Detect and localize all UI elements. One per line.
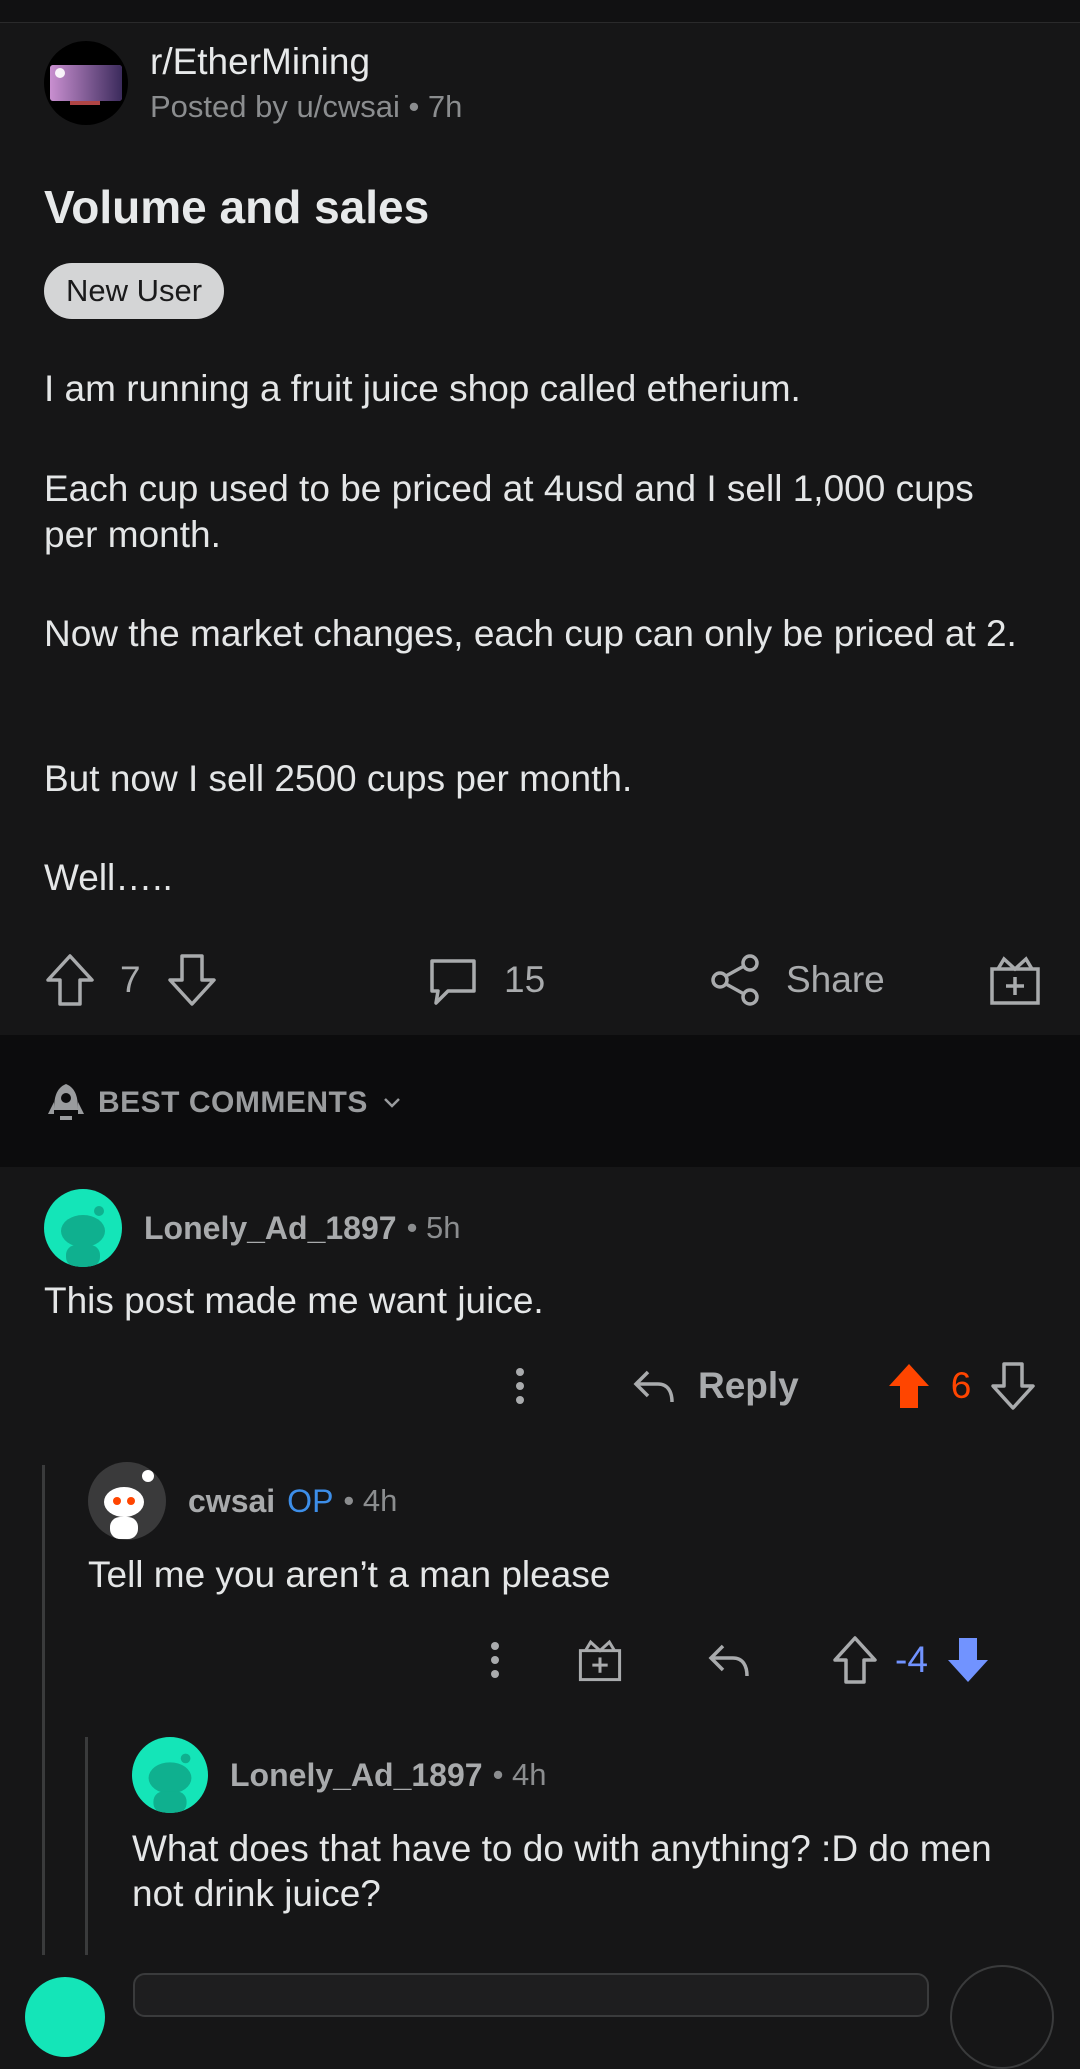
comment-text: What does that have to do with anything?… — [132, 1828, 992, 1914]
post-body-paragraph: Now the market changes, each cup can onl… — [44, 613, 1017, 654]
subreddit-name[interactable]: r/EtherMining — [150, 41, 462, 83]
post-body-paragraph: I am running a fruit juice shop called e… — [44, 368, 801, 409]
sort-selector[interactable]: BEST COMMENTS — [44, 1080, 402, 1126]
comment-header: Lonely_Ad_1897 • 5h — [44, 1189, 461, 1267]
reply-icon — [708, 1644, 749, 1677]
more-options-button[interactable] — [500, 1366, 540, 1406]
floating-action-button[interactable] — [950, 1965, 1054, 2069]
upvote-button[interactable] — [833, 1636, 877, 1684]
upvote-button[interactable] — [44, 940, 96, 1020]
comment-text: This post made me want juice. — [44, 1280, 544, 1321]
gift-icon — [578, 1639, 622, 1682]
downvote-icon — [168, 954, 216, 1006]
comment-vote-count: 6 — [950, 1365, 972, 1406]
gift-icon — [990, 956, 1040, 1005]
comments-button[interactable]: 15 — [426, 940, 545, 1020]
sort-label: BEST COMMENTS — [98, 1086, 368, 1119]
post-body-paragraph: Each cup used to be priced at 4usd and I… — [44, 468, 974, 555]
comment-time: • 4h — [343, 1483, 398, 1518]
avatar[interactable] — [25, 1977, 105, 2057]
comment-header: cwsai OP • 4h — [88, 1462, 397, 1540]
reply-button[interactable] — [705, 1640, 751, 1680]
comment-action-bar: Reply 6 — [500, 1346, 1036, 1426]
share-label: Share — [786, 959, 885, 1000]
reply-label: Reply — [698, 1365, 799, 1406]
avatar[interactable] — [44, 1189, 122, 1267]
snoo-avatar-icon — [104, 1470, 154, 1539]
thread-line[interactable] — [42, 1465, 45, 1955]
downvote-filled-icon — [947, 1638, 988, 1682]
downvote-icon — [991, 1362, 1036, 1410]
downvote-button[interactable] — [166, 940, 218, 1020]
op-badge: OP — [287, 1482, 334, 1519]
post-header: r/EtherMining Posted by u/cwsai • 7h — [44, 38, 462, 128]
comment-input[interactable] — [133, 1973, 929, 2017]
more-vertical-icon — [491, 1642, 499, 1678]
snoo-avatar-icon — [148, 1753, 192, 1813]
upvote-filled-icon — [888, 1364, 929, 1408]
post-title: Volume and sales — [44, 181, 430, 233]
downvote-button[interactable] — [946, 1636, 990, 1684]
post-meta: Posted by u/cwsai • 7h — [150, 89, 463, 124]
thread-line[interactable] — [85, 1737, 88, 1955]
subreddit-avatar[interactable] — [44, 41, 128, 125]
post-action-bar: 7 15 Share — [0, 940, 1080, 1020]
post-vote-count: 7 — [120, 959, 141, 1000]
share-icon — [711, 954, 759, 1006]
rocket-icon — [48, 1084, 84, 1120]
snoo-avatar-icon — [61, 1206, 105, 1267]
downvote-button[interactable] — [991, 1362, 1036, 1410]
comment-username[interactable]: cwsai — [188, 1483, 275, 1520]
reply-icon — [633, 1370, 674, 1403]
upvote-icon — [46, 954, 94, 1006]
comment-action-bar: -4 — [475, 1620, 990, 1700]
share-button[interactable]: Share — [710, 940, 885, 1020]
reply-button[interactable]: Reply — [630, 1365, 799, 1407]
comment-header: Lonely_Ad_1897 • 4h — [132, 1737, 547, 1813]
chevron-down-icon — [383, 1098, 400, 1108]
comment-vote-count: -4 — [895, 1639, 928, 1680]
upvote-button[interactable] — [887, 1362, 931, 1410]
comment-time: • 4h — [492, 1757, 547, 1792]
user-flair: New User — [44, 263, 225, 319]
top-divider — [0, 0, 1080, 23]
post-body-paragraph: Well….. — [44, 857, 173, 898]
avatar[interactable] — [88, 1462, 166, 1540]
avatar[interactable] — [132, 1737, 208, 1813]
award-button[interactable] — [988, 940, 1042, 1020]
post-body-paragraph: But now I sell 2500 cups per month. — [44, 758, 633, 799]
comment-username[interactable]: Lonely_Ad_1897 — [144, 1210, 397, 1247]
award-button[interactable] — [577, 1637, 623, 1683]
more-vertical-icon — [516, 1368, 524, 1404]
comment-count: 15 — [504, 959, 546, 1000]
upvote-icon — [833, 1636, 877, 1684]
more-options-button[interactable] — [475, 1640, 515, 1680]
comment-text: Tell me you aren’t a man please — [88, 1554, 611, 1595]
comment-bubble-icon — [430, 959, 476, 1005]
comment-time: • 5h — [406, 1210, 461, 1245]
comment-username[interactable]: Lonely_Ad_1897 — [230, 1757, 483, 1794]
